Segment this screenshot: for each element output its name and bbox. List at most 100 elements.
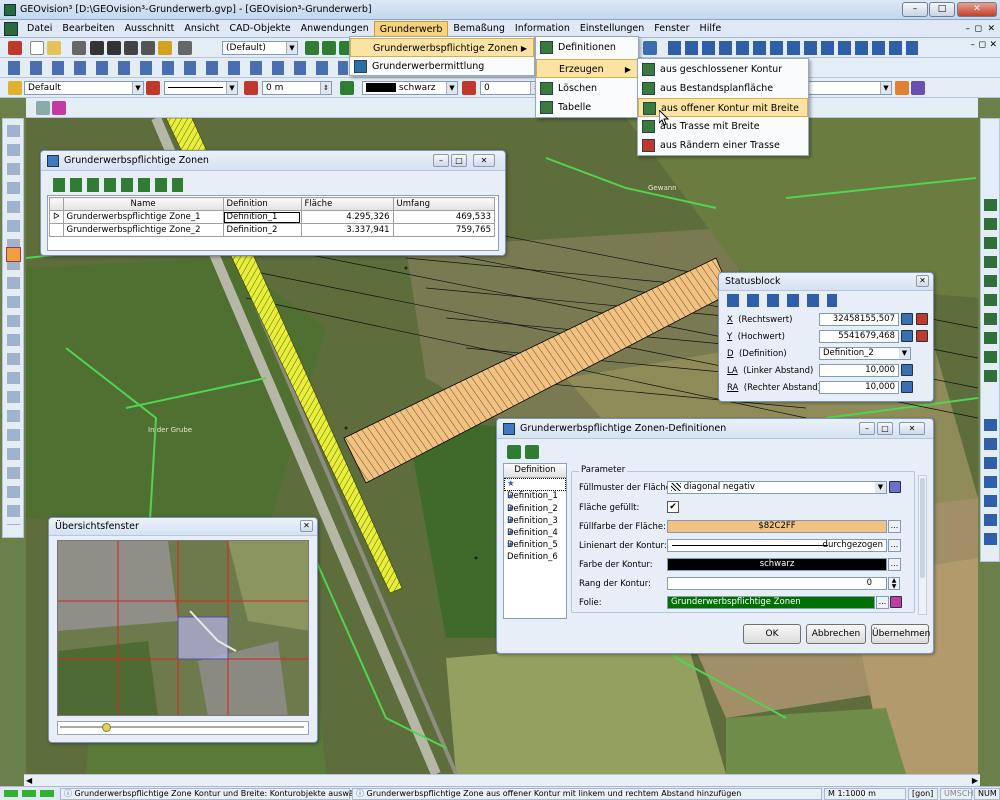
fuellfarbe-more-button[interactable]: ... [888,520,901,533]
menu-grunderwerb[interactable]: Grunderwerb [373,20,449,37]
parameter-scrollbar[interactable] [918,475,927,615]
menu-item-definitionen[interactable]: Definitionen [536,38,638,57]
y-value[interactable]: 5541679,468 [819,330,899,343]
number-field[interactable]: 0⇕ [480,81,542,95]
x-value[interactable]: 32458155,507 [819,313,899,326]
print-icon[interactable] [178,41,192,55]
paste-icon[interactable] [141,41,155,55]
tool-icon-a[interactable] [895,81,909,95]
menu-item-bestandsplanflaeche[interactable]: aus Bestandsplanfläche [638,79,808,98]
save-as-icon[interactable] [107,41,121,55]
gefuellt-checkbox[interactable]: ✔ [667,501,679,513]
overview-zoom-slider[interactable] [57,721,309,735]
maximize-button[interactable]: □ [929,2,955,17]
fuellfarbe-value[interactable]: $82C2FF [667,520,887,533]
selected-tool-icon[interactable] [6,247,21,262]
table-row[interactable]: Grunderwerbspflichtige Zone_2 Definition… [49,223,496,237]
col-definition[interactable]: Definition [222,197,302,211]
menu-item-ermittlung[interactable]: Grunderwerbermittlung [350,57,534,76]
folie-edit-icon[interactable] [890,596,902,608]
farbe-more-button[interactable]: ... [888,558,901,571]
menu-hilfe[interactable]: Hilfe [695,21,727,37]
add-definition-icon[interactable] [507,445,521,459]
close-button[interactable]: ✕ [957,2,997,17]
offset-field[interactable]: 0 m ⇕ [262,81,332,95]
mdi-restore[interactable]: ◻ [975,24,982,34]
tool-icon-b[interactable] [911,81,925,95]
style-combo[interactable]: Default ▼ [24,81,144,95]
view-tool-icon[interactable] [643,41,657,55]
redraw-icon[interactable] [72,41,86,55]
definition-select[interactable]: Definition_2 ▼ [819,347,911,360]
definitions-minimize[interactable]: – [859,422,875,435]
open-folder-icon[interactable] [47,41,61,55]
scroll-right-icon[interactable]: ▶ [972,776,978,785]
la-value[interactable]: 10,000 [819,364,899,377]
menu-information[interactable]: Information [510,21,575,37]
menu-ansicht[interactable]: Ansicht [179,21,224,37]
zones-close[interactable]: ✕ [473,154,495,167]
inner-restore[interactable]: ◻ [979,40,986,50]
definitions-close[interactable]: ✕ [899,422,925,435]
zones-minimize[interactable]: – [433,154,449,167]
delete-definition-icon[interactable] [525,445,539,459]
scroll-left-icon[interactable]: ◀ [26,776,32,785]
menu-cad-objekte[interactable]: CAD-Objekte [224,21,295,37]
linienart-more-button[interactable]: ... [888,539,901,552]
layer-tool-icon-2[interactable] [322,41,336,55]
menu-item-geschlossene-kontur[interactable]: aus geschlossener Kontur [638,60,808,79]
la-calc-icon[interactable] [901,364,913,376]
layer-tool-icon-1[interactable] [305,41,319,55]
zone-name[interactable]: Grunderwerbspflichtige Zone_2 [62,223,224,237]
linetype-combo[interactable]: ▼ [164,81,238,95]
inner-close[interactable]: ✕ [989,40,997,50]
doc-icon[interactable] [4,21,18,36]
cancel-button[interactable]: Abbrechen [806,624,866,644]
menu-fenster[interactable]: Fenster [649,21,694,37]
ra-value[interactable]: 10,000 [819,381,899,394]
snap-toolbar-icons[interactable] [668,41,918,55]
zone-definition[interactable]: Definition_2 [222,223,302,237]
menu-item-tabelle[interactable]: Tabelle [536,98,638,117]
overview-close[interactable]: ✕ [300,520,313,532]
zone-name[interactable]: Grunderwerbspflichtige Zone_1 [62,210,224,224]
offset-icon[interactable] [244,81,258,95]
brush-icon[interactable] [8,41,22,55]
menu-bearbeiten[interactable]: Bearbeiten [57,21,119,37]
menu-ausschnitt[interactable]: Ausschnitt [120,21,180,37]
zone-definition[interactable]: Definition_1 [222,210,302,224]
fuellmuster-edit-icon[interactable] [889,481,901,493]
ra-calc-icon[interactable] [901,381,913,393]
apply-button[interactable]: Übernehmen [871,624,930,644]
color-icon[interactable] [340,81,354,95]
farbe-value[interactable]: schwarz [667,558,887,571]
menu-datei[interactable]: Datei [22,21,57,37]
ok-button[interactable]: OK [743,624,801,644]
page-icon[interactable] [36,101,50,115]
left-tool-icons[interactable] [7,125,20,525]
linienart-value[interactable]: durchgezogen [667,539,887,552]
rang-field[interactable]: 0 [667,577,887,590]
minimize-button[interactable]: – [902,2,928,17]
horizontal-scrollbar[interactable]: ◀ ▶ [24,774,980,786]
clipboard-icon[interactable] [158,41,172,55]
new-file-icon[interactable] [30,41,44,55]
number-icon[interactable] [462,81,476,95]
draw-tool-icons[interactable] [8,61,348,75]
folie-more-button[interactable]: ... [876,596,889,609]
right-combo[interactable]: ▼ [808,81,892,95]
statusblock-toolbar-icons[interactable] [727,294,837,307]
linetype-icon[interactable] [146,81,160,95]
menu-anwendungen[interactable]: Anwendungen [296,21,374,37]
render-icon[interactable] [52,101,66,115]
table-row[interactable]: ᐅ Grunderwerbspflichtige Zone_1 Definiti… [49,210,496,224]
y-calc-icon[interactable] [901,330,913,342]
save-icon[interactable] [90,41,104,55]
list-item[interactable]: ★ Definition_1 [504,478,566,501]
navigation-tool-icons[interactable] [984,419,997,549]
x-pick-icon[interactable] [916,313,928,325]
definitions-maximize[interactable]: □ [877,422,893,435]
folie-value[interactable]: Grunderwerbspflichtige Zonen [667,596,875,609]
col-umfang[interactable]: Umfang [392,197,496,211]
menu-item-trasse-raender[interactable]: aus Rändern einer Trasse [638,136,808,155]
